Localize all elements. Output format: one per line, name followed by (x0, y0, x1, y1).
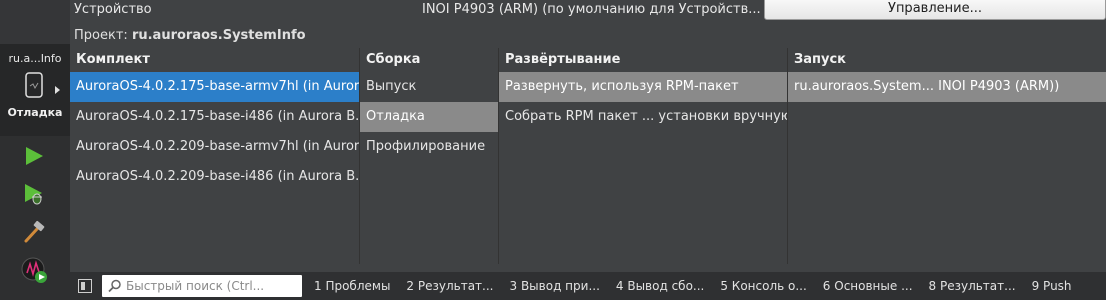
output-tab[interactable]: 3 Вывод при... (510, 272, 600, 300)
kit-column: Комплект AuroraOS-4.0.2.175-base-armv7hl… (70, 48, 359, 264)
output-tab[interactable]: 4 Вывод сбо... (616, 272, 704, 300)
run-icon (26, 147, 43, 165)
kit-list-item[interactable]: AuroraOS-4.0.2.175-base-i486 (in Aurora … (70, 102, 359, 132)
search-icon (108, 279, 121, 293)
kit-selector[interactable]: ru.a...Info Отладка (0, 44, 70, 136)
deploy-column-header: Развёртывание (505, 52, 621, 67)
kit-selector-name: ru.a...Info (8, 52, 62, 65)
quick-search-box[interactable] (102, 275, 302, 297)
build-list-item[interactable]: Отладка (360, 102, 498, 132)
output-tab[interactable]: 9 Push (1032, 272, 1072, 300)
output-tab[interactable]: 2 Результат... (406, 272, 493, 300)
kit-column-header: Комплект (76, 52, 150, 67)
manage-button[interactable]: Управление... (764, 0, 1106, 20)
quick-search-input[interactable] (126, 277, 298, 295)
deploy-list-item[interactable]: Собрать RPM пакет ... установки вручную (499, 102, 787, 132)
kit-list-item[interactable]: AuroraOS-4.0.2.209-base-armv7hl (in Auro… (70, 132, 359, 162)
run-button[interactable] (20, 142, 48, 170)
aurora-analyzer-icon (21, 257, 47, 283)
kit-selector-mode: Отладка (7, 106, 63, 119)
run-column: Запуск ru.auroraos.System... INOI P4903 … (787, 48, 1106, 264)
chevron-right-icon (55, 86, 60, 94)
build-button[interactable] (20, 218, 48, 246)
build-list-item[interactable]: Профилирование (360, 132, 498, 162)
device-row: Устройство INOI P4903 (ARM) (по умолчани… (70, 0, 1106, 22)
build-hammer-icon (24, 220, 45, 243)
output-tab[interactable]: 6 Основные ... (823, 272, 913, 300)
project-name: ru.auroraos.SystemInfo (131, 28, 306, 43)
output-pane-bar: 1 Проблемы 2 Результат... 3 Вывод при...… (70, 272, 1106, 300)
analyzer-button[interactable] (20, 256, 48, 284)
mode-bar-top (0, 0, 70, 44)
deploy-column: Развёртывание Развернуть, используя RPM-… (498, 48, 787, 264)
sidebar-toggle-icon[interactable] (78, 279, 92, 293)
build-column-header: Сборка (366, 52, 421, 67)
output-tabs: 1 Проблемы 2 Результат... 3 Вывод при...… (314, 272, 1088, 300)
run-column-header: Запуск (794, 52, 846, 67)
build-column: Сборка Выпуск Отладка Профилирование (359, 48, 498, 264)
build-list-item[interactable]: Выпуск (360, 72, 498, 102)
deploy-list-item[interactable]: Развернуть, используя RPM-пакет (499, 72, 787, 102)
run-list-item[interactable]: ru.auroraos.System... INOI P4903 (ARM)) (788, 72, 1106, 102)
debug-run-button[interactable] (20, 180, 48, 208)
mode-bar: ru.a...Info Отладка (0, 0, 70, 300)
kit-list-item[interactable]: AuroraOS-4.0.2.175-base-armv7hl (in Auro… (70, 72, 359, 102)
output-tab[interactable]: 1 Проблемы (314, 272, 390, 300)
output-tab[interactable]: 5 Консоль о... (720, 272, 806, 300)
project-label: Проект: ru.auroraos.SystemInfo (74, 28, 306, 43)
kit-list-item[interactable]: AuroraOS-4.0.2.209-base-i486 (in Aurora … (70, 162, 359, 192)
device-label: Устройство (74, 2, 152, 17)
phone-device-icon (25, 72, 43, 98)
output-tab[interactable]: 8 Результат... (929, 272, 1016, 300)
debug-run-icon (25, 184, 42, 205)
project-label-text: Проект: (74, 28, 128, 43)
